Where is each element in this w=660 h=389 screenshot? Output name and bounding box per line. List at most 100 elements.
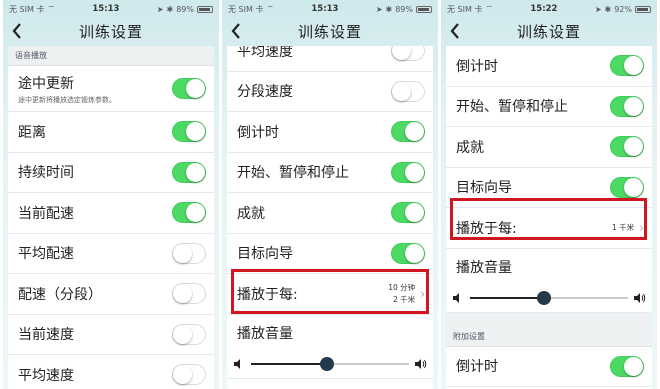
- setting-row-split-speed[interactable]: 分段速度: [227, 72, 433, 112]
- volume-slider-knob[interactable]: [319, 357, 334, 371]
- setting-row-distance[interactable]: 距离: [8, 112, 214, 153]
- setting-row-update[interactable]: 途中更新 途中更新将播放选定锻炼参数。: [8, 66, 214, 112]
- toggle-switch[interactable]: [172, 78, 206, 99]
- settings-list[interactable]: 平均速度 分段速度 倒计时 开始、暂停和停止 成就 目标向导 播放于每: 10 …: [227, 46, 433, 389]
- setting-row-volume-label: 播放音量: [227, 315, 433, 351]
- setting-row-goal-guide[interactable]: 目标向导: [227, 234, 433, 274]
- setting-row-current-pace[interactable]: 当前配速: [8, 193, 214, 234]
- setting-row-avg-pace[interactable]: 平均配速: [8, 234, 214, 274]
- row-label: 播放音量: [237, 325, 293, 342]
- row-label: 持续时间: [18, 165, 74, 182]
- row-label: 当前配速: [18, 205, 74, 222]
- volume-slider-fill: [251, 363, 327, 365]
- volume-high-icon: [634, 293, 646, 303]
- toggle-switch[interactable]: [172, 283, 206, 305]
- bluetooth-icon: ✱: [385, 4, 393, 14]
- location-icon: ➤: [594, 4, 602, 14]
- toggle-switch[interactable]: [172, 161, 206, 183]
- settings-list[interactable]: 倒计时 开始、暂停和停止 成就 目标向导 播放于每: 1 千米 › 播放音量 附…: [446, 46, 652, 389]
- toggle-knob: [624, 96, 643, 116]
- setting-row-current-speed[interactable]: 当前速度: [8, 315, 214, 355]
- setting-row-achievements[interactable]: 成就: [227, 193, 433, 234]
- toggle-switch[interactable]: [610, 355, 644, 377]
- toggle-switch[interactable]: [172, 323, 206, 345]
- setting-row-duration[interactable]: 持续时间: [8, 153, 214, 193]
- toggle-knob: [186, 162, 205, 182]
- toggle-switch[interactable]: [610, 55, 644, 77]
- setting-row-goal-guide[interactable]: 目标向导: [446, 168, 652, 208]
- row-label: 倒计时: [237, 124, 279, 141]
- play-every-value-distance: 2 千米: [393, 294, 416, 304]
- phone-screen-1: 无 SIM 卡 ⌔ 15:13 ➤ ✱ 89% 训练设置 语音播放 途中更新 途…: [3, 0, 219, 389]
- page-title: 训练设置: [297, 22, 362, 41]
- status-time: 15:13: [92, 4, 120, 14]
- row-sublabel: 途中更新将播放选定锻炼参数。: [18, 95, 116, 104]
- back-button[interactable]: [227, 21, 245, 41]
- location-icon: ➤: [375, 4, 383, 14]
- settings-list[interactable]: 语音播放 途中更新 途中更新将播放选定锻炼参数。 距离 持续时间 当前配速 平均…: [8, 46, 214, 389]
- toggle-switch[interactable]: [391, 202, 425, 224]
- toggle-switch[interactable]: [391, 80, 425, 102]
- setting-row-achievements[interactable]: 成就: [446, 127, 652, 168]
- battery-icon: [197, 5, 213, 13]
- toggle-switch[interactable]: [391, 121, 425, 143]
- setting-row-play-every[interactable]: 播放于每: 10 分钟 2 千米 ›: [227, 274, 433, 315]
- nav-bar: 训练设置: [3, 18, 219, 44]
- battery-percent: 89%: [176, 4, 194, 14]
- toggle-switch[interactable]: [610, 95, 644, 117]
- setting-row-avg-speed[interactable]: 平均速度: [8, 355, 214, 389]
- volume-slider-row: [446, 285, 652, 313]
- toggle-switch[interactable]: [172, 202, 206, 224]
- status-time: 15:13: [311, 4, 339, 14]
- toggle-knob: [405, 203, 424, 223]
- toggle-switch[interactable]: [610, 176, 644, 198]
- setting-row-countdown[interactable]: 倒计时: [227, 112, 433, 153]
- toggle-knob: [624, 137, 643, 157]
- chevron-left-icon: [231, 23, 240, 39]
- setting-row-countdown[interactable]: 倒计时: [446, 46, 652, 87]
- toggle-switch[interactable]: [172, 242, 206, 264]
- location-icon: ➤: [156, 4, 164, 14]
- status-time: 15:22: [530, 4, 558, 14]
- toggle-knob: [405, 122, 424, 142]
- row-label: 平均速度: [18, 367, 74, 384]
- row-label: 目标向导: [456, 180, 512, 197]
- row-label: 倒计时: [456, 359, 498, 376]
- page-title: 训练设置: [78, 22, 143, 41]
- row-label: 途中更新: [18, 75, 74, 92]
- toggle-knob: [186, 203, 205, 223]
- setting-row-start-pause-stop[interactable]: 开始、暂停和停止: [227, 153, 433, 193]
- volume-slider[interactable]: [251, 357, 409, 371]
- toggle-knob: [624, 177, 643, 197]
- setting-row-play-every[interactable]: 播放于每: 1 千米 ›: [446, 208, 652, 249]
- row-label: 平均速度: [237, 46, 293, 60]
- setting-row-avg-speed[interactable]: 平均速度: [227, 46, 433, 72]
- volume-slider-knob[interactable]: [537, 291, 552, 305]
- toggle-switch[interactable]: [610, 136, 644, 158]
- row-label: 开始、暂停和停止: [456, 99, 568, 116]
- volume-slider[interactable]: [470, 291, 628, 305]
- battery-fill: [418, 7, 429, 11]
- setting-row-split-pace[interactable]: 配速（分段）: [8, 274, 214, 315]
- row-label: 距离: [18, 124, 46, 141]
- volume-low-icon: [453, 293, 459, 303]
- setting-row-volume-label: 播放音量: [446, 249, 652, 285]
- setting-row-start-pause-stop[interactable]: 开始、暂停和停止: [446, 87, 652, 127]
- toggle-switch[interactable]: [172, 121, 206, 143]
- toggle-switch[interactable]: [391, 242, 425, 264]
- toggle-switch[interactable]: [172, 364, 206, 386]
- toggle-knob: [173, 365, 192, 385]
- setting-row-extra-countdown[interactable]: 倒计时: [446, 347, 652, 387]
- back-button[interactable]: [446, 21, 464, 41]
- row-label: 开始、暂停和停止: [237, 165, 349, 182]
- status-bar: 无 SIM 卡 ⌔ 15:13 ➤ ✱ 89%: [3, 0, 219, 18]
- toggle-knob: [624, 56, 643, 76]
- row-label: 播放音量: [456, 259, 512, 276]
- toggle-switch[interactable]: [391, 46, 425, 62]
- wifi-icon: ⌔: [47, 4, 55, 13]
- toggle-switch[interactable]: [391, 161, 425, 183]
- section-spacer: [446, 312, 652, 327]
- chevron-right-icon: ›: [639, 220, 644, 235]
- row-label: 播放于每:: [237, 286, 298, 303]
- back-button[interactable]: [8, 21, 26, 41]
